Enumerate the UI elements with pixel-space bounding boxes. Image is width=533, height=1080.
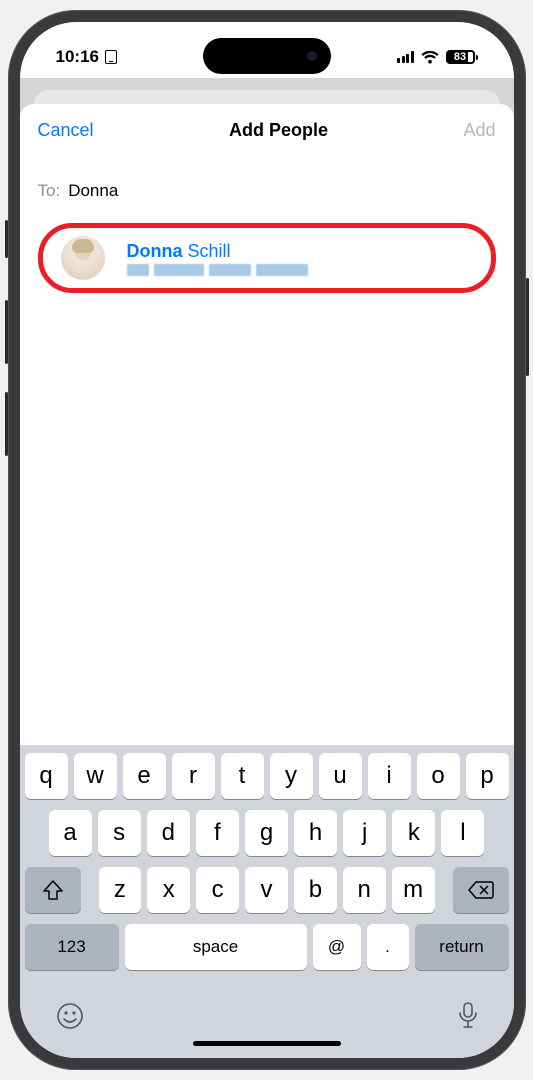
contact-suggestion[interactable]: Donna Schill [38,223,496,293]
key-d[interactable]: d [147,810,190,856]
cancel-button[interactable]: Cancel [38,120,94,141]
mute-switch[interactable] [5,220,8,258]
suggestion-name: Donna Schill [127,241,308,262]
delete-key[interactable] [453,867,509,913]
key-a[interactable]: a [49,810,92,856]
orientation-lock-icon [105,50,117,64]
key-row-3: zxcvbnm [25,867,509,913]
power-button[interactable] [526,278,529,376]
add-people-sheet: Cancel Add People Add To: Donna Donna Sc… [20,104,514,1058]
to-field[interactable]: To: Donna [20,153,514,209]
wifi-icon [421,51,439,64]
key-v[interactable]: v [245,867,288,913]
space-key[interactable]: space [125,924,307,970]
return-key[interactable]: return [415,924,509,970]
suggestion-detail-redacted [127,264,308,276]
key-e[interactable]: e [123,753,166,799]
key-f[interactable]: f [196,810,239,856]
key-i[interactable]: i [368,753,411,799]
key-u[interactable]: u [319,753,362,799]
battery-level: 83 [454,51,466,63]
key-row-2: asdfghjkl [25,810,509,856]
at-key[interactable]: @ [313,924,361,970]
key-y[interactable]: y [270,753,313,799]
home-indicator[interactable] [193,1041,341,1046]
key-q[interactable]: q [25,753,68,799]
status-time: 10:16 [56,47,99,67]
volume-up[interactable] [5,300,8,364]
numeric-key[interactable]: 123 [25,924,119,970]
period-key[interactable]: . [367,924,409,970]
phone-frame: 10:16 83 [8,10,526,1070]
dictation-key[interactable] [457,1001,479,1031]
page-title: Add People [229,120,328,141]
key-t[interactable]: t [221,753,264,799]
key-n[interactable]: n [343,867,386,913]
key-c[interactable]: c [196,867,239,913]
key-o[interactable]: o [417,753,460,799]
key-s[interactable]: s [98,810,141,856]
volume-down[interactable] [5,392,8,456]
key-b[interactable]: b [294,867,337,913]
key-m[interactable]: m [392,867,435,913]
key-p[interactable]: p [466,753,509,799]
emoji-key[interactable] [55,1001,85,1031]
key-h[interactable]: h [294,810,337,856]
key-j[interactable]: j [343,810,386,856]
dynamic-island [203,38,331,74]
battery-indicator: 83 [446,50,478,64]
key-g[interactable]: g [245,810,288,856]
to-label: To: [38,181,61,201]
to-input[interactable]: Donna [68,181,118,201]
key-k[interactable]: k [392,810,435,856]
nav-bar: Cancel Add People Add [20,104,514,153]
key-r[interactable]: r [172,753,215,799]
key-row-4: 123 space @ . return [25,924,509,970]
screen: 10:16 83 [20,22,514,1058]
cellular-signal-icon [397,51,414,63]
add-button[interactable]: Add [463,120,495,141]
key-row-1: qwertyuiop [25,753,509,799]
key-x[interactable]: x [147,867,190,913]
key-l[interactable]: l [441,810,484,856]
avatar [61,236,105,280]
key-z[interactable]: z [99,867,142,913]
keyboard: qwertyuiop asdfghjkl zxcvbnm 123 space @… [20,745,514,1058]
shift-key[interactable] [25,867,81,913]
key-w[interactable]: w [74,753,117,799]
